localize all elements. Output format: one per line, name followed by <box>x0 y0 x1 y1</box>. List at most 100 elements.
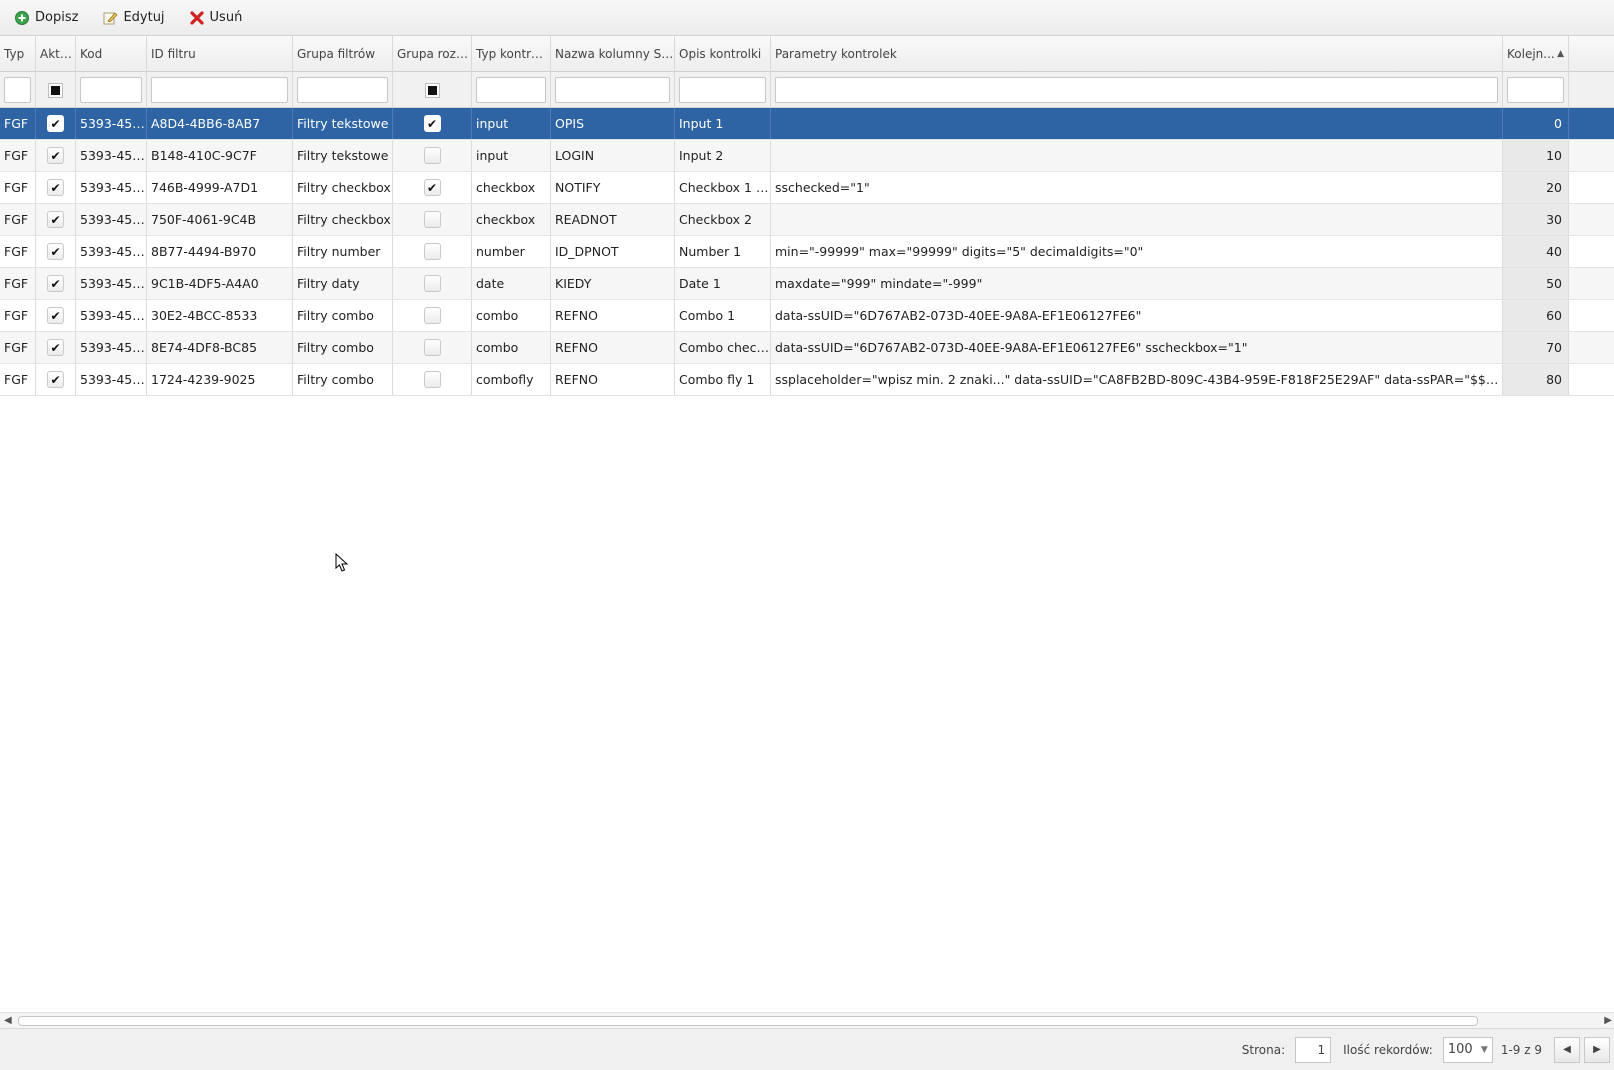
records-per-page-value: 100 <box>1447 1042 1473 1057</box>
filter-input-filter-id[interactable] <box>151 77 288 103</box>
column-header-control-parameters[interactable]: Parametry kontrolek <box>771 36 1503 72</box>
cell-filter-id: 9C1B-4DF5-A4A0 <box>147 268 293 299</box>
cell-active: ✔ <box>36 268 76 299</box>
cell-filter-id: 750F-4061-9C4B <box>147 204 293 235</box>
cell-filter-group: Filtry checkbox <box>293 204 393 235</box>
column-header-label: Nazwa kolumny SQL <box>555 47 675 61</box>
filter-input-filter-group[interactable] <box>297 77 388 103</box>
records-per-page-select[interactable]: 100 ▼ <box>1442 1036 1493 1063</box>
row-checkbox-group-expand[interactable] <box>423 339 441 356</box>
row-checkbox-active[interactable]: ✔ <box>47 243 64 260</box>
column-header-label: ID filtru <box>151 47 196 61</box>
filter-input-control-type[interactable] <box>476 77 546 103</box>
filter-input-type[interactable] <box>4 77 31 103</box>
row-checkbox-active[interactable]: ✔ <box>47 179 64 196</box>
filter-input-control-parameters[interactable] <box>775 77 1498 103</box>
table-row[interactable]: FGF ✔ 5393-458... 8E74-4DF8-BC85 Filtry comb… <box>0 332 1614 364</box>
table-row[interactable]: FGF ✔ 5393-458... 1724-4239-9025 Filtry comb… <box>0 364 1614 396</box>
column-header-code[interactable]: Kod <box>76 36 147 72</box>
cell-group-expand <box>393 140 472 171</box>
cell-order: 40 <box>1503 236 1569 267</box>
grid-header-row: Typ Akty... Kod ID filtru Grupa filtrów Grupa… <box>0 36 1614 72</box>
previous-page-button[interactable]: ◀ <box>1554 1036 1580 1063</box>
row-checkbox-active[interactable]: ✔ <box>47 307 64 324</box>
column-header-sql-column[interactable]: Nazwa kolumny SQL <box>551 36 675 72</box>
scrollbar-thumb[interactable] <box>18 1016 1478 1026</box>
cell-sql-column: ID_DPNOT <box>551 236 675 267</box>
row-checkbox-group-expand[interactable] <box>423 243 441 260</box>
triangle-left-icon: ◀ <box>1563 1044 1571 1055</box>
page-number-input[interactable]: 1 <box>1295 1036 1332 1063</box>
chevron-down-icon: ▼ <box>1480 1044 1488 1055</box>
cell-group-expand <box>393 236 472 267</box>
filter-input-sql-column[interactable] <box>555 77 670 103</box>
column-header-control-type[interactable]: Typ kontrolki <box>472 36 551 72</box>
table-row[interactable]: FGF ✔ 5393-458... B148-410C-9C7F Filtry teks… <box>0 140 1614 172</box>
cell-control-type: input <box>472 108 551 139</box>
checkmark-icon: ✔ <box>50 308 61 323</box>
row-checkbox-group-expand[interactable] <box>423 307 441 324</box>
mouse-cursor-icon <box>335 552 351 573</box>
cell-order: 70 <box>1503 332 1569 363</box>
table-row[interactable]: FGF ✔ 5393-458... 8B77-4494-B970 Filtry numb… <box>0 236 1614 268</box>
filter-cell-code <box>76 72 147 108</box>
table-row[interactable]: FGF ✔ 5393-458... 30E2-4BCC-8533 Filtry comb… <box>0 300 1614 332</box>
filter-cell-control-type <box>472 72 551 108</box>
cell-filter-id: 30E2-4BCC-8533 <box>147 300 293 331</box>
column-header-label: Typ kontrolki <box>476 47 551 61</box>
row-checkbox-group-expand[interactable] <box>423 147 441 164</box>
table-row[interactable]: FGF ✔ 5393-458... 746B-4999-A7D1 Filtry chec… <box>0 172 1614 204</box>
row-checkbox-group-expand[interactable]: ✔ <box>423 115 441 132</box>
cell-sql-column: KIEDY <box>551 268 675 299</box>
table-row[interactable]: FGF ✔ 5393-458... 750F-4061-9C4B Filtry chec… <box>0 204 1614 236</box>
column-header-label: Typ <box>4 47 25 61</box>
column-header-order[interactable]: Kolejn... ▲ <box>1503 36 1569 72</box>
table-row[interactable]: FGF ✔ 5393-458... 9C1B-4DF5-A4A0 Filtry daty… <box>0 268 1614 300</box>
scroll-left-arrow-icon[interactable]: ◀ <box>4 1015 12 1026</box>
row-checkbox-active[interactable]: ✔ <box>47 339 64 356</box>
column-header-filter-id[interactable]: ID filtru <box>147 36 293 72</box>
column-header-label: Parametry kontrolek <box>775 47 897 61</box>
row-checkbox-group-expand[interactable] <box>423 371 441 388</box>
next-page-button[interactable]: ▶ <box>1584 1036 1610 1063</box>
delete-button[interactable]: Usuń <box>189 10 243 26</box>
row-checkbox-active[interactable]: ✔ <box>47 371 64 388</box>
cell-control-parameters <box>771 140 1503 171</box>
column-header-filter-group[interactable]: Grupa filtrów <box>293 36 393 72</box>
edit-button[interactable]: Edytuj <box>102 10 165 26</box>
row-checkbox-active[interactable]: ✔ <box>47 275 64 292</box>
cell-sql-column: LOGIN <box>551 140 675 171</box>
sort-ascending-icon: ▲ <box>1557 49 1564 59</box>
filter-input-order[interactable] <box>1507 77 1564 103</box>
row-checkbox-group-expand[interactable] <box>423 211 441 228</box>
cell-filter-group: Filtry combo <box>293 300 393 331</box>
row-checkbox-group-expand[interactable] <box>423 275 441 292</box>
filter-checkbox-active[interactable] <box>48 82 63 98</box>
cell-group-expand <box>393 300 472 331</box>
column-header-group-expand[interactable]: Grupa rozwi... <box>393 36 472 72</box>
cell-filter-id: B148-410C-9C7F <box>147 140 293 171</box>
row-checkbox-active[interactable]: ✔ <box>47 115 64 132</box>
delete-button-label: Usuń <box>209 10 243 25</box>
cell-type: FGF <box>0 332 36 363</box>
filter-input-code[interactable] <box>80 77 142 103</box>
filter-input-control-description[interactable] <box>679 77 766 103</box>
toolbar: Dopisz Edytuj Usuń <box>0 0 1614 36</box>
row-checkbox-active[interactable]: ✔ <box>47 211 64 228</box>
add-button[interactable]: Dopisz <box>14 10 78 26</box>
column-header-type[interactable]: Typ <box>0 36 36 72</box>
row-checkbox-active[interactable]: ✔ <box>47 147 64 164</box>
cell-control-type: combo <box>472 300 551 331</box>
checkmark-icon: ✔ <box>50 180 61 195</box>
column-header-control-description[interactable]: Opis kontrolki <box>675 36 771 72</box>
row-checkbox-group-expand[interactable]: ✔ <box>423 179 441 196</box>
cell-control-type: combo <box>472 332 551 363</box>
plus-circle-icon <box>14 10 30 26</box>
table-row[interactable]: FGF ✔ 5393-458... A8D4-4BB6-8AB7 Filtry teks… <box>0 108 1614 140</box>
cell-control-description: Combo 1 <box>675 300 771 331</box>
filter-checkbox-group-expand[interactable] <box>424 82 440 98</box>
horizontal-scrollbar[interactable]: ◀ ▶ <box>0 1012 1614 1028</box>
scroll-right-arrow-icon[interactable]: ▶ <box>1604 1015 1612 1026</box>
cell-control-type: checkbox <box>472 172 551 203</box>
column-header-active[interactable]: Akty... <box>36 36 76 72</box>
